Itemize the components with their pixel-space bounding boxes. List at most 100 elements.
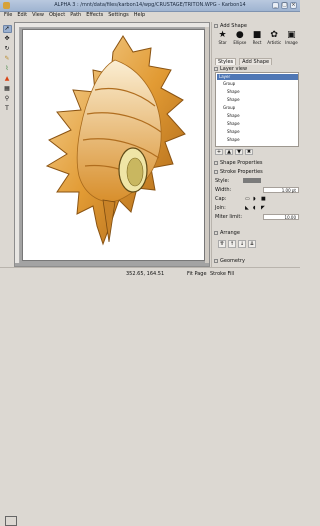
join-bevel-icon[interactable]: ◤: [261, 205, 265, 211]
horizontal-ruler: [15, 23, 209, 28]
karbon-window: ALPHA 3 : /mnt/data/files/karbon14/wpg/C…: [0, 0, 300, 526]
zoom-select[interactable]: Fit Page: [187, 271, 207, 277]
menu-settings[interactable]: Settings: [108, 11, 129, 19]
stroke-properties-title: Stroke Properties: [220, 169, 263, 175]
layer-row[interactable]: Shape: [217, 121, 298, 127]
menu-object[interactable]: Object: [49, 11, 65, 19]
dock-close-icon[interactable]: [214, 161, 218, 165]
pattern-tool-icon[interactable]: ▦: [3, 85, 12, 93]
vertical-scrollbar[interactable]: [205, 27, 209, 263]
layer-row[interactable]: Group: [217, 105, 298, 111]
add-layer-icon[interactable]: +: [215, 149, 223, 155]
cap-round-icon[interactable]: ◗: [253, 196, 256, 202]
docker-panel: Add Shape ★ Star ● Ellipse ■ Rect ✿ Arti…: [211, 22, 300, 267]
stroke-style-row: Style:: [215, 178, 299, 184]
canvas-area[interactable]: [14, 22, 210, 267]
stroke-properties-header: Stroke Properties: [214, 169, 299, 175]
triton-shell-drawing: [45, 35, 186, 246]
rotate-tool-icon[interactable]: ↻: [3, 45, 12, 53]
menu-edit[interactable]: Edit: [17, 11, 27, 19]
layer-row[interactable]: Group: [217, 81, 298, 87]
tab-add-shape[interactable]: Add Shape: [239, 58, 273, 65]
stroke-join-row: Join: ◣ ◖ ◤: [215, 205, 265, 211]
join-round-icon[interactable]: ◖: [253, 205, 256, 211]
arrange-header: Arrange: [214, 230, 299, 236]
send-to-back-icon[interactable]: ⇊: [248, 240, 256, 248]
delete-layer-icon[interactable]: ✖: [245, 149, 253, 155]
layer-row[interactable]: Shape: [217, 137, 298, 143]
toolbox: ➚ ✥ ↻ ✎ ⌇ ▲ ▦ ⚲ T: [0, 22, 14, 267]
menu-path[interactable]: Path: [70, 11, 81, 19]
layer-row[interactable]: Shape: [217, 129, 298, 135]
shape-artistic[interactable]: ✿ Artistic: [267, 30, 282, 48]
layer-row[interactable]: Shape: [217, 113, 298, 119]
lower-icon[interactable]: ↓: [238, 240, 246, 248]
layer-row[interactable]: Shape: [217, 97, 298, 103]
rect-icon: ■: [252, 30, 262, 40]
shape-ellipse[interactable]: ● Ellipse: [232, 30, 247, 48]
layer-view-tree[interactable]: Layer Group Shape Shape Group Shape Shap…: [215, 72, 299, 147]
cursor-coordinates: 352.65, 164.51: [126, 271, 165, 277]
add-shape-header: Add Shape: [214, 23, 299, 29]
cap-square-icon[interactable]: ■: [261, 196, 266, 202]
window-title: ALPHA 3 : /mnt/data/files/karbon14/wpg/C…: [54, 2, 246, 8]
cap-butt-icon[interactable]: ▭: [245, 196, 250, 202]
stroke-fill-indicator: Stroke Fill: [210, 271, 235, 277]
minimize-icon[interactable]: _: [272, 2, 279, 9]
image-icon: ▣: [287, 30, 296, 40]
miter-limit-input[interactable]: 10.00: [263, 214, 299, 220]
dock-close-icon[interactable]: [214, 24, 218, 28]
dock-close-icon[interactable]: [214, 231, 218, 235]
text-tool-icon[interactable]: T: [3, 105, 12, 113]
menu-bar: File Edit View Object Path Effects Setti…: [0, 11, 300, 19]
dock-close-icon[interactable]: [214, 170, 218, 174]
tab-styles[interactable]: Styles: [215, 58, 237, 65]
menu-file[interactable]: File: [4, 11, 12, 19]
polyline-tool-icon[interactable]: ⌇: [3, 65, 12, 73]
stroke-width-row: Width: 1.00 pt: [215, 187, 299, 193]
menu-view[interactable]: View: [32, 11, 44, 19]
menu-help[interactable]: Help: [134, 11, 145, 19]
shape-properties-header: Shape Properties: [214, 160, 299, 166]
dock-close-icon[interactable]: [214, 67, 218, 71]
raise-layer-icon[interactable]: ▲: [225, 149, 233, 155]
stroke-style-swatch[interactable]: [242, 178, 261, 183]
miter-limit-row: Miter limit: 10.00: [215, 214, 299, 220]
ellipse-icon: ●: [235, 30, 244, 40]
vertical-ruler: [15, 27, 20, 263]
bring-to-front-icon[interactable]: ⇈: [218, 240, 226, 248]
stroke-cap-row: Cap: ▭ ◗ ■: [215, 196, 266, 202]
star-icon: ★: [218, 30, 227, 40]
geometry-preview-icon: [5, 516, 17, 526]
lower-layer-icon[interactable]: ▼: [235, 149, 243, 155]
menu-effects[interactable]: Effects: [86, 11, 103, 19]
join-miter-icon[interactable]: ◣: [245, 205, 249, 211]
shape-properties-title: Shape Properties: [220, 160, 263, 166]
artistic-icon: ✿: [270, 30, 278, 40]
shape-image[interactable]: ▣ Image: [284, 30, 299, 48]
layer-row[interactable]: Shape: [217, 89, 298, 95]
shape-rect[interactable]: ■ Rect: [249, 30, 264, 48]
shape-star[interactable]: ★ Star: [215, 30, 230, 48]
gradient-tool-icon[interactable]: ▲: [3, 75, 12, 83]
pencil-tool-icon[interactable]: ✎: [3, 55, 12, 63]
maximize-icon[interactable]: □: [281, 2, 288, 9]
add-shape-title: Add Shape: [220, 23, 247, 29]
status-bar: 352.65, 164.51 Fit Page Stroke Fill: [0, 267, 300, 526]
layer-row[interactable]: Layer: [217, 74, 298, 80]
close-icon[interactable]: ×: [290, 2, 297, 9]
stroke-width-input[interactable]: 1.00 pt: [263, 187, 299, 193]
layer-toolbar: + ▲ ▼ ✖: [215, 149, 299, 156]
select-tool-icon[interactable]: ➚: [2, 25, 12, 33]
shell-aperture-inner: [126, 157, 144, 187]
zoom-tool-icon[interactable]: ⚲: [3, 95, 12, 103]
dock-close-icon[interactable]: [214, 259, 218, 263]
arrange-title: Arrange: [220, 230, 240, 236]
raise-icon[interactable]: ↑: [228, 240, 236, 248]
geometry-header: Geometry: [214, 258, 299, 264]
node-edit-tool-icon[interactable]: ✥: [3, 35, 12, 43]
geometry-title: Geometry: [220, 258, 245, 264]
docker-tabs: Styles Add Shape: [215, 58, 273, 65]
document-page[interactable]: [22, 29, 205, 261]
add-shape-list: ★ Star ● Ellipse ■ Rect ✿ Artistic ▣ Ima…: [215, 30, 299, 48]
